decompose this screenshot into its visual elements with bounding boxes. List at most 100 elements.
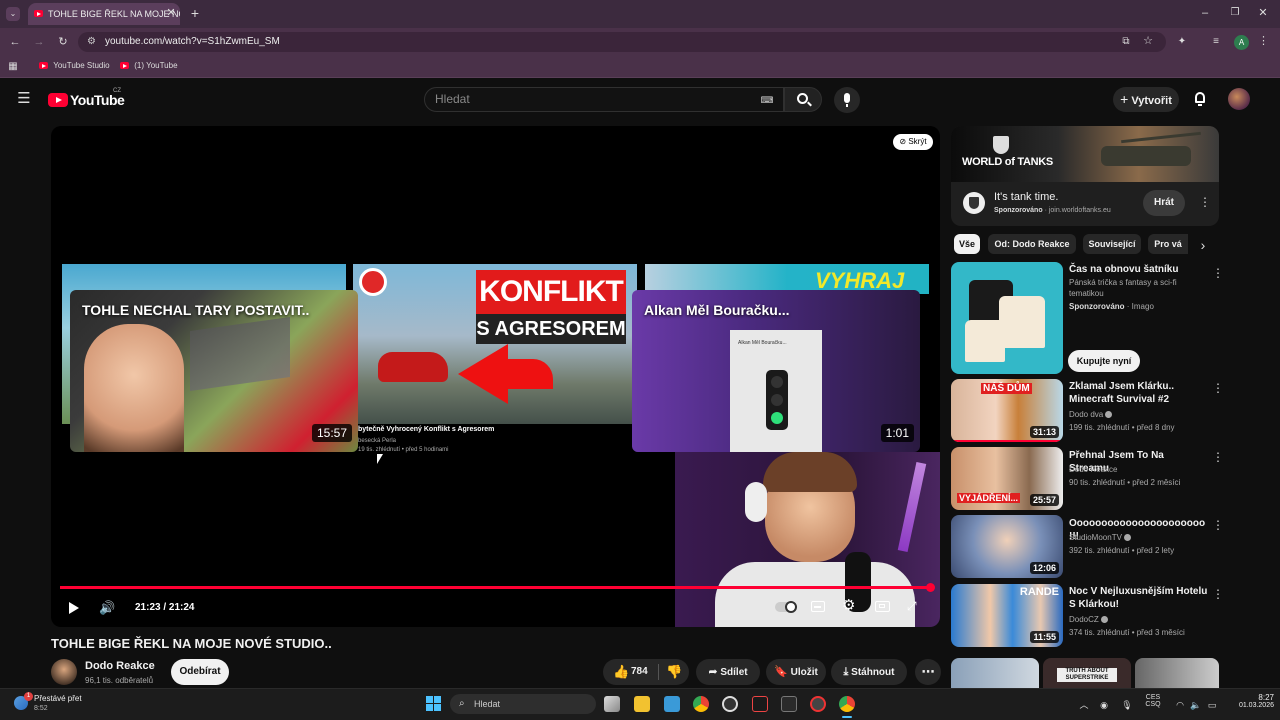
new-tab-icon[interactable]: + xyxy=(188,6,202,20)
clock[interactable]: 8:27 01.03.2026 xyxy=(1222,693,1274,709)
back-icon[interactable]: ← xyxy=(8,35,22,49)
play-button[interactable] xyxy=(67,601,81,615)
chip-for-you[interactable]: Pro vá xyxy=(1148,234,1188,254)
tab-list-icon[interactable]: ⌄ xyxy=(6,7,20,21)
bookmark-youtube-studio[interactable]: YouTube Studio xyxy=(39,61,110,70)
bookmark-star-icon[interactable]: ☆ xyxy=(1141,34,1155,48)
forward-icon[interactable]: → xyxy=(32,35,46,49)
sponsored-more-icon[interactable]: ⋮ xyxy=(1212,267,1224,279)
speaker-icon[interactable]: 🔈 xyxy=(1190,698,1202,712)
hamburger-menu-icon[interactable]: ☰ xyxy=(16,91,32,106)
download-button[interactable]: ⤓ Stáhnout xyxy=(831,659,907,685)
time-display: 21:23 / 21:24 xyxy=(135,602,195,613)
voice-search-button[interactable] xyxy=(834,87,860,113)
buy-now-button[interactable]: Kupujte nyní xyxy=(1068,350,1140,372)
rec-channel: Dodo Reakce xyxy=(1069,465,1118,474)
save-button[interactable]: 🔖 Uložit xyxy=(766,659,826,685)
extensions-icon[interactable]: ✦ xyxy=(1175,35,1189,49)
subscribe-button[interactable]: Odebírat xyxy=(171,659,229,685)
channel-name[interactable]: Dodo Reakce xyxy=(85,660,155,672)
tray-app1-icon[interactable]: ◉ xyxy=(1098,698,1110,712)
chips-next-icon[interactable]: › xyxy=(1196,238,1210,252)
create-button[interactable]: + Vytvořit xyxy=(1113,87,1179,112)
rec-more-icon[interactable]: ⋮ xyxy=(1212,382,1224,394)
like-button[interactable]: 👍 784 xyxy=(610,659,658,685)
apps-grid-icon[interactable]: ▦ xyxy=(6,60,20,74)
keyboard-icon[interactable]: ⌨ xyxy=(760,93,774,107)
rec-title[interactable]: Noc V Nejluxusnějším Hotelu S Klárkou! xyxy=(1069,585,1209,611)
taskbar-search-label: Hledat xyxy=(474,699,501,709)
ad-card[interactable]: WORLD of TANKS It's tank time. Sponzorov… xyxy=(951,126,1219,226)
app-dark-icon[interactable] xyxy=(781,696,797,712)
search-input[interactable]: Hledat xyxy=(424,87,784,112)
channel-avatar[interactable] xyxy=(51,659,77,685)
video-player[interactable]: ⊘ Skrýt KONFLIKT S AGRESOREM VYHRAJ byte… xyxy=(51,126,940,627)
chrome-active-icon[interactable] xyxy=(839,696,855,712)
maximize-icon[interactable]: ❐ xyxy=(1228,6,1242,20)
endscreen-card-tary[interactable]: TOHLE NECHAL TARY POSTAVIT.. 15:57 xyxy=(70,290,358,452)
chip-all[interactable]: Vše xyxy=(954,234,980,254)
search-button[interactable] xyxy=(784,87,822,112)
rec-thumb[interactable]: NÁŠ DŮM 31:13 xyxy=(951,379,1063,442)
share-button[interactable]: ➦ Sdílet xyxy=(696,659,760,685)
profile-avatar[interactable]: A xyxy=(1234,35,1249,50)
theater-mode-button[interactable] xyxy=(875,601,890,612)
minimize-icon[interactable]: – xyxy=(1198,6,1212,20)
volume-button[interactable]: 🔊 xyxy=(99,600,117,616)
file-explorer-icon[interactable] xyxy=(634,696,650,712)
subtitles-button[interactable] xyxy=(811,601,825,612)
rec-thumb[interactable]: RANDE 11:55 xyxy=(951,584,1063,647)
close-window-icon[interactable]: ✕ xyxy=(1256,6,1270,20)
dislike-button[interactable]: 👎 xyxy=(662,659,688,685)
progress-scrubber[interactable] xyxy=(925,583,935,592)
account-avatar[interactable] xyxy=(1228,88,1250,110)
app-circle-icon[interactable] xyxy=(722,696,738,712)
red-arrow-icon xyxy=(458,344,508,404)
battery-icon[interactable]: ▭ xyxy=(1206,698,1218,712)
reload-icon[interactable]: ↻ xyxy=(56,35,70,49)
endscreen-card-alkan[interactable]: Alkan Měl Bouračku... Alkan Měl Bouračku… xyxy=(632,290,920,452)
endscreen-thumb-middle[interactable]: KONFLIKT S AGRESOREM xyxy=(353,264,637,424)
ad-more-icon[interactable]: ⋮ xyxy=(1199,196,1211,208)
app-cfx-icon[interactable] xyxy=(752,696,768,712)
rec-more-icon[interactable]: ⋮ xyxy=(1212,451,1224,463)
task-view-icon[interactable] xyxy=(604,696,620,712)
url-field[interactable]: ⚙ youtube.com/watch?v=S1hZwmEu_SM xyxy=(78,32,1166,52)
chrome-icon[interactable] xyxy=(693,696,709,712)
rec-more-icon[interactable]: ⋮ xyxy=(1212,519,1224,531)
taskbar-search[interactable]: ⌕ Hledat xyxy=(450,694,596,714)
rec-thumb-partial[interactable]: TRUTH ABOUT SUPERSTRIKE xyxy=(951,658,1219,688)
tray-chevron-icon[interactable]: ︿ xyxy=(1078,698,1090,712)
rec-thumb[interactable]: VYJÁDŘENÍ... 25:57 xyxy=(951,447,1063,510)
tray-mic-icon[interactable]: 🎙 xyxy=(1121,698,1133,712)
wot-emblem-icon xyxy=(993,136,1009,154)
fullscreen-button[interactable]: ⤢ xyxy=(907,599,921,613)
chip-from-channel[interactable]: Od: Dodo Reakce xyxy=(988,234,1076,254)
more-actions-button[interactable]: ⋯ xyxy=(915,659,941,685)
app-f-icon[interactable] xyxy=(664,696,680,712)
sponsored-thumb[interactable] xyxy=(951,262,1063,374)
rec-thumb[interactable]: 12:06 xyxy=(951,515,1063,578)
hide-endscreen-button[interactable]: ⊘ Skrýt xyxy=(893,134,933,150)
chip-related[interactable]: Související xyxy=(1083,234,1141,254)
wifi-icon[interactable]: ◠ xyxy=(1174,698,1186,712)
settings-button[interactable]: ⚙ xyxy=(842,598,858,614)
autoplay-toggle[interactable] xyxy=(775,601,797,613)
site-info-icon[interactable]: ⚙ xyxy=(87,36,96,47)
bookmark-youtube[interactable]: (1) YouTube xyxy=(120,61,178,70)
browser-menu-icon[interactable]: ⋮ xyxy=(1258,34,1269,48)
rec-title[interactable]: Zklamal Jsem Klárku.. Minecraft Survival… xyxy=(1069,380,1199,406)
rec-more-icon[interactable]: ⋮ xyxy=(1212,588,1224,600)
progress-bar[interactable] xyxy=(60,583,935,592)
language-indicator[interactable]: CES CSQ xyxy=(1140,694,1166,716)
start-button[interactable] xyxy=(426,696,442,712)
install-app-icon[interactable]: ⧉ xyxy=(1119,35,1133,49)
notifications-bell-icon[interactable] xyxy=(1193,92,1207,106)
sponsored-title[interactable]: Čas na obnovu šatníku xyxy=(1069,263,1199,276)
weather-widget[interactable]: 1 Přestávé přet 8:52 xyxy=(12,692,102,716)
reading-list-icon[interactable]: ≡ xyxy=(1209,35,1223,49)
app-red-icon[interactable] xyxy=(810,696,826,712)
active-tab[interactable]: TOHLE BIGE ŘEKL NA MOJE NO xyxy=(28,3,180,25)
close-tab-icon[interactable]: ✕ xyxy=(165,6,177,20)
ad-play-button[interactable]: Hrát xyxy=(1143,190,1185,216)
